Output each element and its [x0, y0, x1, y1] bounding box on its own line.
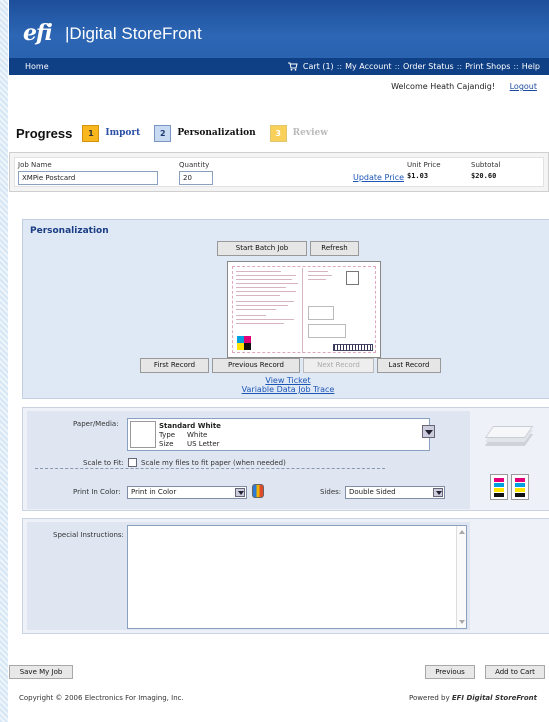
job-name-input[interactable]: XMPie Postcard [18, 171, 158, 185]
quantity-input[interactable]: 20 [179, 171, 213, 185]
logout-link[interactable]: Logout [510, 82, 537, 91]
double-sided-icon [490, 474, 530, 500]
color-palette-icon [252, 484, 264, 498]
progress-steps: Progress 1 Import 2 Personalization 3 Re… [16, 124, 342, 142]
refresh-button[interactable]: Refresh [310, 241, 359, 256]
print-in-color-label: Print In Color: [73, 488, 121, 496]
paper-dropdown-chevron-icon[interactable] [422, 425, 435, 438]
job-name-label: Job Name [18, 161, 52, 169]
start-batch-job-button[interactable]: Start Batch Job [217, 241, 307, 256]
step-number: 3 [269, 124, 287, 142]
nav-print-shops-link[interactable]: Print Shops [465, 58, 510, 75]
add-to-cart-button[interactable]: Add to Cart [485, 665, 545, 679]
nav-separator: :: [394, 62, 400, 71]
nav-help-link[interactable]: Help [522, 58, 540, 75]
unit-price-value: $1.03 [407, 172, 429, 180]
unit-price-label: Unit Price [407, 161, 441, 169]
previous-record-button[interactable]: Previous Record [212, 358, 300, 373]
step-review: 3 Review [269, 124, 342, 142]
welcome-bar: Welcome Heath Cajandig! Logout [391, 82, 537, 91]
scale-to-fit-checkbox[interactable] [128, 458, 137, 467]
previous-button[interactable]: Previous [425, 665, 475, 679]
last-record-button[interactable]: Last Record [377, 358, 441, 373]
cmyk-swatch [237, 336, 251, 350]
welcome-text: Welcome Heath Cajandig! [391, 82, 496, 91]
step-number: 1 [82, 124, 100, 142]
page-side-stripe [0, 0, 8, 722]
paper-stack-icon [484, 418, 534, 452]
special-instructions-panel: Special Instructions: [22, 518, 549, 634]
nav-separator: :: [513, 62, 519, 71]
paper-media-label: Paper/Media: [73, 420, 119, 428]
media-options-inner: Paper/Media: Standard White Type White S… [27, 411, 470, 509]
step-import[interactable]: 1 Import [82, 124, 154, 142]
quantity-label: Quantity [179, 161, 210, 169]
special-instructions-label: Special Instructions: [53, 531, 124, 539]
view-ticket-link[interactable]: View Ticket [265, 376, 310, 385]
nav-order-status-link[interactable]: Order Status [403, 58, 454, 75]
nav-separator: :: [456, 62, 463, 71]
personalization-panel: Personalization Start Batch Job Refresh [22, 219, 549, 399]
nav-cart-link[interactable]: Cart (1) [303, 58, 334, 75]
print-color-value: Print in Color [131, 488, 177, 496]
paper-thumbnail [130, 421, 156, 448]
paper-media-select[interactable]: Standard White Type White Size US Letter [127, 418, 430, 451]
special-instructions-textarea[interactable] [127, 525, 467, 629]
select-chevron-icon [235, 488, 245, 497]
progress-title: Progress [16, 125, 73, 141]
nav-home-link[interactable]: Home [25, 58, 49, 75]
paper-name: Standard White [159, 422, 221, 430]
step-label: Import [105, 128, 141, 138]
cart-icon[interactable] [287, 62, 298, 71]
nav-separator: :: [336, 62, 343, 71]
nav-bar: Home Cart (1) :: My Account :: Order Sta… [9, 58, 549, 75]
header-banner: efi |Digital StoreFront [9, 0, 549, 58]
next-record-button[interactable]: Next Record [303, 358, 374, 373]
page: efi |Digital StoreFront Home Cart (1) ::… [9, 0, 549, 722]
powered-by: Powered by EFI Digital StoreFront [409, 694, 537, 702]
job-summary-inner: Job Name XMPie Postcard Quantity 20 Upda… [14, 157, 544, 187]
nav-my-account-link[interactable]: My Account [345, 58, 391, 75]
sides-label: Sides: [320, 488, 342, 496]
step-label: Review [292, 128, 328, 138]
variable-trace-row: Variable Data Job Trace [23, 385, 549, 394]
textarea-scrollbar[interactable] [456, 526, 466, 628]
media-options-panel: Paper/Media: Standard White Type White S… [22, 407, 549, 511]
variable-data-trace-link[interactable]: Variable Data Job Trace [242, 385, 335, 394]
sides-value: Double Sided [349, 488, 396, 496]
personalization-title: Personalization [30, 226, 109, 236]
print-color-select[interactable]: Print in Color [127, 486, 247, 499]
copyright-text: Copyright © 2006 Electronics For Imaging… [19, 694, 184, 702]
scroll-down-icon[interactable] [459, 620, 465, 624]
subtotal-value: $20.60 [471, 172, 497, 180]
section-divider [35, 468, 385, 469]
first-record-button[interactable]: First Record [140, 358, 209, 373]
paper-size-label: Size [159, 440, 174, 448]
save-my-job-button[interactable]: Save My Job [9, 665, 73, 679]
select-chevron-icon [433, 488, 443, 497]
powered-by-prefix: Powered by [409, 694, 450, 702]
update-price-link[interactable]: Update Price [353, 173, 404, 182]
step-personalization: 2 Personalization [154, 124, 269, 142]
record-preview [227, 261, 381, 358]
paper-size-value: US Letter [187, 440, 220, 448]
powered-by-brand: EFI Digital StoreFront [451, 694, 537, 702]
scroll-up-icon[interactable] [459, 530, 465, 534]
efi-logo: efi [23, 20, 53, 46]
scale-to-fit-text: Scale my files to fit paper (when needed… [141, 459, 286, 467]
sides-select[interactable]: Double Sided [345, 486, 445, 499]
subtotal-label: Subtotal [471, 161, 501, 169]
step-label: Personalization [177, 128, 256, 138]
paper-type-label: Type [159, 431, 176, 439]
job-summary: Job Name XMPie Postcard Quantity 20 Upda… [9, 152, 549, 192]
app-title: |Digital StoreFront [65, 24, 202, 43]
view-ticket-row: View Ticket [23, 376, 549, 385]
nav-links: Cart (1) :: My Account :: Order Status :… [287, 58, 540, 75]
scale-to-fit-label: Scale to Fit: [83, 459, 124, 467]
special-instructions-inner: Special Instructions: [27, 522, 470, 630]
step-number: 2 [154, 124, 172, 142]
paper-type-value: White [187, 431, 208, 439]
